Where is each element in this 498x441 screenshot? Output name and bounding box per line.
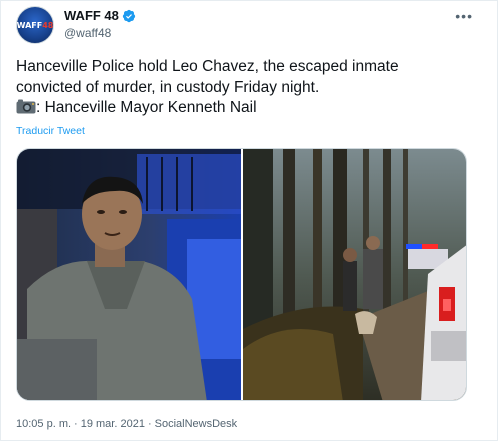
tweet-timestamp[interactable]: 10:05 p. m. · 19 mar. 2021 · SocialNewsD… [16,418,237,430]
tweet-media-grid[interactable] [16,148,467,401]
separator: · [74,418,78,430]
tweet-card[interactable]: WAFF48 WAFF 48 @waff48 ••• Hanceville Po… [0,0,498,441]
avatar-logo-text: WAFF48 [16,20,54,30]
author-name-row[interactable]: WAFF 48 [64,8,136,23]
verified-badge-icon [122,9,136,22]
photo-arrest-scene-forest[interactable] [243,149,467,401]
author-handle[interactable]: @waff48 [64,26,111,40]
tweet-text: Hanceville Police hold Leo Chavez, the e… [16,57,486,119]
tweet-text-line: : Hanceville Mayor Kenneth Nail [16,98,486,119]
photo-inmate-in-police-car[interactable] [17,149,241,401]
separator: · [147,418,152,430]
more-options-icon[interactable]: ••• [455,8,473,24]
tweet-date[interactable]: 19 mar. 2021 [81,418,145,430]
display-name[interactable]: WAFF 48 [64,8,119,23]
camera-icon [16,99,36,114]
tweet-source[interactable]: SocialNewsDesk [155,418,238,430]
tweet-text-line: Hanceville Police hold Leo Chavez, the e… [16,58,399,75]
tweet-time[interactable]: 10:05 p. m. [16,418,71,430]
tweet-text-line: convicted of murder, in custody Friday n… [16,78,320,96]
avatar[interactable]: WAFF48 [16,6,54,44]
translate-tweet-link[interactable]: Traducir Tweet [16,125,85,137]
